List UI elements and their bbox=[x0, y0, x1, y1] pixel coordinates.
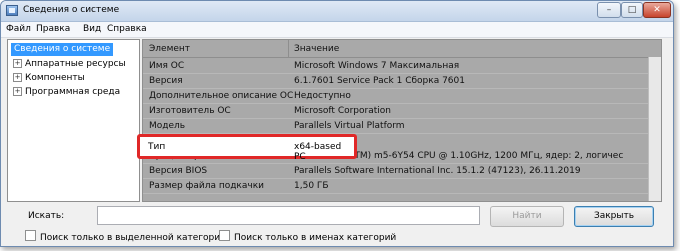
row-value: 1,50 ГБ bbox=[294, 181, 329, 191]
category-tree[interactable]: Сведения о системе + Аппаратные ресурсы +… bbox=[7, 39, 140, 202]
row-key: Изготовитель ОС bbox=[149, 106, 231, 116]
checkbox-label: Поиск только в именах категорий bbox=[234, 233, 397, 243]
row-key: Дополнительное описание ОС bbox=[149, 91, 294, 101]
menu-file[interactable]: Файл bbox=[6, 24, 31, 34]
close-button[interactable]: Закрыть bbox=[574, 206, 654, 227]
tree-item-components[interactable]: + Компоненты bbox=[13, 72, 85, 85]
close-window-button[interactable]: ✕ bbox=[643, 2, 671, 18]
row-key: Тип bbox=[148, 142, 166, 152]
system-info-app-icon bbox=[6, 5, 18, 16]
row-value: x64-based PC bbox=[294, 142, 342, 162]
row-key: Версия BIOS bbox=[149, 166, 208, 176]
title-bar[interactable]: Сведения о системе – □ ✕ bbox=[1, 1, 673, 22]
table-row[interactable]: Размер файла подкачки 1,50 ГБ bbox=[143, 179, 661, 194]
list-header: Элемент Значение bbox=[143, 40, 661, 58]
menu-view[interactable]: Вид bbox=[83, 24, 101, 34]
system-info-window: Сведения о системе – □ ✕ Файл Правка Вид… bbox=[0, 0, 674, 247]
table-row[interactable]: Версия 6.1.7601 Service Pack 1 Сборка 760… bbox=[143, 74, 661, 89]
table-row[interactable]: Изготовитель ОС Microsoft Corporation bbox=[143, 104, 661, 119]
checkbox-label: Поиск только в выделенной категории bbox=[40, 233, 226, 243]
row-value: Недоступно bbox=[294, 91, 351, 101]
row-key: Размер файла подкачки bbox=[149, 181, 264, 191]
table-row[interactable]: Имя ОС Microsoft Windows 7 Максимальная bbox=[143, 59, 661, 74]
maximize-button[interactable]: □ bbox=[621, 2, 643, 18]
row-key: Версия bbox=[149, 76, 183, 86]
checkbox-search-category-names[interactable]: Поиск только в именах категорий bbox=[219, 230, 397, 243]
expand-icon[interactable]: + bbox=[13, 87, 22, 96]
tree-item-label: Аппаратные ресурсы bbox=[25, 59, 126, 69]
menu-help[interactable]: Справка bbox=[107, 24, 147, 34]
column-header-item[interactable]: Элемент bbox=[149, 44, 190, 54]
tree-item-hardware-resources[interactable]: + Аппаратные ресурсы bbox=[13, 58, 126, 71]
tree-item-label: Программная среда bbox=[25, 87, 121, 97]
tree-item-software-environment[interactable]: + Программная среда bbox=[13, 86, 120, 99]
expand-icon[interactable]: + bbox=[13, 73, 22, 82]
search-input[interactable] bbox=[97, 206, 480, 225]
checkbox-box[interactable] bbox=[25, 230, 36, 241]
window-title: Сведения о системе bbox=[23, 5, 120, 15]
column-divider[interactable] bbox=[288, 40, 289, 57]
details-list[interactable]: Элемент Значение Имя ОС Microsoft Windows… bbox=[142, 39, 662, 202]
table-row[interactable]: Модель Parallels Virtual Platform bbox=[143, 119, 661, 134]
row-value: Microsoft Corporation bbox=[294, 106, 391, 116]
search-label: Искать: bbox=[28, 211, 65, 221]
expand-icon[interactable]: + bbox=[13, 59, 22, 68]
row-value: Parallels Software International Inc. 15… bbox=[294, 166, 581, 176]
table-row[interactable]: Дополнительное описание ОС Недоступно bbox=[143, 89, 661, 104]
menu-bar: Файл Правка Вид Справка bbox=[1, 22, 673, 38]
vertical-scrollbar[interactable] bbox=[648, 57, 661, 201]
checkbox-search-selected-category[interactable]: Поиск только в выделенной категории bbox=[25, 230, 226, 243]
tree-item-label: Компоненты bbox=[25, 73, 85, 83]
minimize-button[interactable]: – bbox=[597, 2, 621, 18]
find-button[interactable]: Найти bbox=[490, 206, 564, 227]
tree-item-system-summary[interactable]: Сведения о системе bbox=[11, 43, 114, 56]
menu-edit[interactable]: Правка bbox=[36, 24, 70, 34]
row-value: Microsoft Windows 7 Максимальная bbox=[294, 61, 460, 71]
checkbox-box[interactable] bbox=[219, 230, 230, 241]
row-value: Parallels Virtual Platform bbox=[294, 121, 405, 131]
highlighted-row-type[interactable]: Тип x64-based PC bbox=[137, 134, 357, 162]
row-key: Модель bbox=[149, 121, 186, 131]
row-value: 6.1.7601 Service Pack 1 Сборка 7601 bbox=[294, 76, 465, 86]
column-header-value[interactable]: Значение bbox=[294, 44, 339, 54]
table-row[interactable]: Версия BIOS Parallels Software Internatio… bbox=[143, 164, 661, 179]
row-key: Имя ОС bbox=[149, 61, 185, 71]
